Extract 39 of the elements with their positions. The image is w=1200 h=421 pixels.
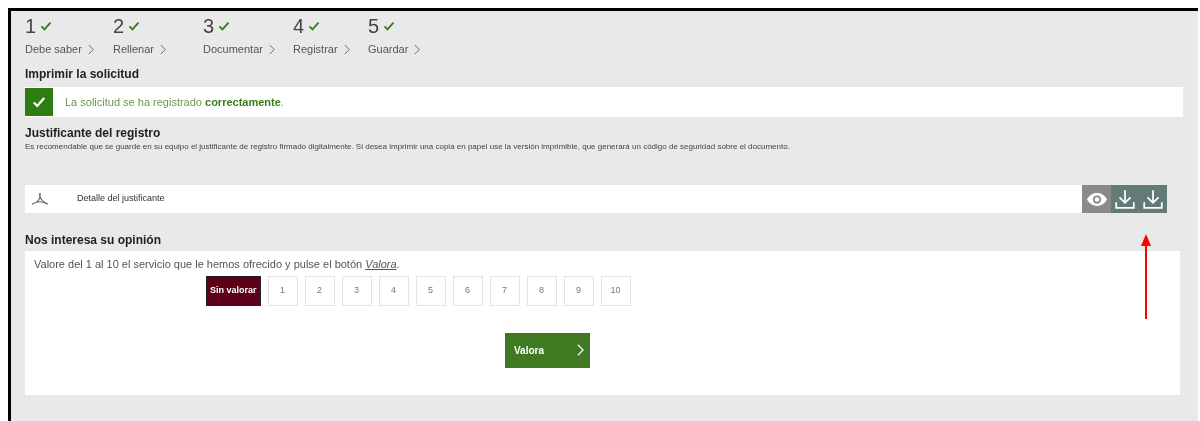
- section-heading: Nos interesa su opinión: [25, 232, 163, 248]
- rating-option[interactable]: 2: [304, 275, 335, 306]
- eye-icon: [1085, 191, 1108, 207]
- step-number: 5: [368, 16, 380, 36]
- file-name[interactable]: Detalle del justificante: [77, 192, 165, 206]
- step-label[interactable]: Documentar: [203, 40, 263, 58]
- rating-option[interactable]: 10: [600, 275, 631, 306]
- rating-option[interactable]: 6: [452, 275, 483, 306]
- rating-option[interactable]: 3: [341, 275, 372, 306]
- rating-option[interactable]: 8: [526, 275, 557, 306]
- rating-option[interactable]: 9: [563, 275, 594, 306]
- valora-link[interactable]: Valora: [365, 258, 397, 270]
- rating-option[interactable]: 5: [415, 275, 446, 306]
- step-label[interactable]: Registrar: [293, 40, 338, 58]
- step-number: 3: [203, 16, 215, 36]
- chevron-icon: [343, 43, 350, 55]
- chevron-icon: [414, 43, 421, 55]
- valora-button[interactable]: Valora: [505, 332, 590, 368]
- step-number: 4: [293, 16, 305, 36]
- rating-option[interactable]: 7: [489, 275, 520, 306]
- chevron-icon: [577, 343, 584, 357]
- rating-option[interactable]: 4: [378, 275, 409, 306]
- rating-option[interactable]: 1: [267, 275, 298, 306]
- check-icon: [32, 95, 46, 109]
- success-message: La solicitud se ha registrado correctamente.: [65, 94, 284, 110]
- chevron-icon: [159, 43, 166, 55]
- chevron-icon: [87, 43, 94, 55]
- step-label[interactable]: Guardar: [368, 40, 409, 58]
- instruction-text: Valore del 1 al 10 el servicio que le hemos ofrecido y pulse el botón Valora.: [34, 257, 401, 272]
- section-heading: Justificante del registro: [25, 125, 162, 141]
- description-text: Es recomendable que se guarde en su equipo el justificante de registro firmado digitalmente. Si desea imprimir una copia en papel use la versión imprimible, que generará un código de seguridad sobre el documento.: [25, 141, 791, 153]
- chevron-icon: [268, 43, 275, 55]
- step-label[interactable]: Debe saber: [25, 40, 82, 58]
- step-label[interactable]: Rellenar: [113, 40, 154, 58]
- rating-option[interactable]: Sin valorar: [206, 275, 261, 306]
- step-number: 2: [113, 16, 125, 36]
- view-button[interactable]: [1082, 185, 1111, 213]
- section-heading: Imprimir la solicitud: [25, 66, 141, 83]
- step-number: 1: [25, 16, 37, 36]
